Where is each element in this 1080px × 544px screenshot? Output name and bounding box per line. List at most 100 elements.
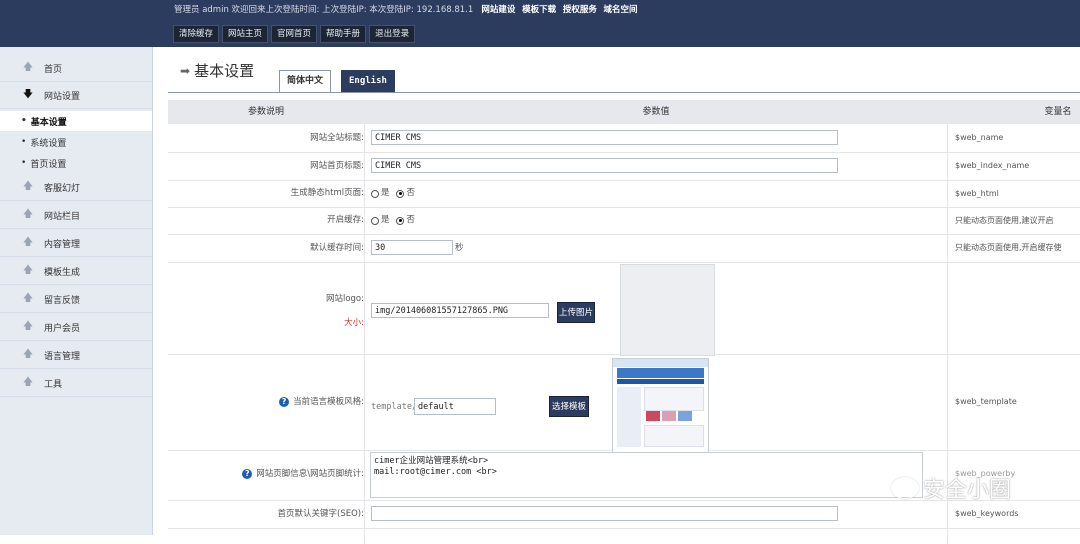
- site-title-label: 网站全站标题:: [310, 133, 364, 143]
- help-manual-button[interactable]: 帮助手册: [320, 25, 367, 43]
- logo-size-label: 大小:: [344, 318, 364, 328]
- bullet-icon: •: [21, 116, 27, 126]
- table-row: 网站全站标题: CIMER CMS $web_name: [168, 124, 1080, 153]
- static-html-no-radio[interactable]: [396, 189, 405, 198]
- logo-preview-image: [620, 264, 715, 356]
- header-param-value: 参数值: [642, 107, 670, 117]
- static-html-var: $web_html: [955, 189, 999, 198]
- cache-label: 开启缓存:: [327, 215, 364, 225]
- watermark: 安全小圈: [893, 472, 1011, 504]
- radio-label: 是: [381, 215, 390, 225]
- footer-textarea[interactable]: cimer企业网站管理系统<br> mail:root@cimer.com <b…: [370, 452, 923, 498]
- arrow-up-icon: 🡅: [22, 61, 34, 73]
- sidebar-subitem-label: 基本设置: [30, 117, 67, 128]
- radio-label: 否: [406, 188, 415, 198]
- link-license-service[interactable]: 授权服务: [563, 5, 597, 15]
- logo-path-input[interactable]: img/20140608155712786​5.PNG: [371, 303, 549, 318]
- arrow-up-icon: 🡅: [22, 320, 34, 332]
- page-title: ➡ 基本设置: [180, 60, 254, 81]
- tab-simplified-chinese[interactable]: 简体中文: [279, 70, 332, 92]
- cache-time-input[interactable]: 30: [371, 240, 453, 255]
- sidebar-subitem-basic-settings[interactable]: • 基本设置: [0, 111, 152, 131]
- clear-cache-button[interactable]: 清除缓存: [173, 25, 220, 43]
- link-template-download[interactable]: 模板下载: [522, 5, 556, 15]
- watermark-text: 安全小圈: [923, 478, 1012, 503]
- sidebar-item-label: 留言反馈: [44, 295, 81, 306]
- radio-label: 是: [381, 188, 390, 198]
- table-row: 开启缓存: 是 否 只能动态页面使用,建议开启: [168, 207, 1080, 235]
- sidebar-subitem-label: 首页设置: [30, 159, 67, 170]
- site-home-button[interactable]: 网站主页: [222, 25, 269, 43]
- footer-line-1: cimer企业网站管理系统<br>: [374, 456, 489, 466]
- select-template-button[interactable]: 选择模板: [549, 396, 589, 417]
- table-header: 参数说明 参数值 变量名: [168, 100, 1080, 124]
- static-html-yes-radio[interactable]: [371, 189, 379, 198]
- arrow-up-icon: 🡅: [22, 292, 34, 304]
- cache-var: 只能动态页面使用,建议开启: [955, 216, 1054, 225]
- link-domain-hosting[interactable]: 域名空间: [604, 5, 638, 15]
- arrow-right-icon: ➡: [180, 63, 191, 78]
- sidebar-item-template-generation[interactable]: 🡅 模板生成: [0, 258, 152, 285]
- sidebar-item-site-settings[interactable]: 🡇 网站设置: [0, 82, 152, 109]
- header-var-name: 变量名: [1044, 107, 1072, 117]
- sidebar-item-user-members[interactable]: 🡅 用户会员: [0, 314, 152, 341]
- sidebar-item-language-management[interactable]: 🡅 语言管理: [0, 342, 152, 369]
- cache-no-radio[interactable]: [396, 216, 405, 225]
- sidebar-item-label: 网站设置: [44, 91, 81, 102]
- link-site-build[interactable]: 网站建设: [481, 5, 515, 15]
- login-info: 管理员 admin 欢迎回来上次登陆时间: 上次登陆IP: 本次登陆IP: 19…: [174, 5, 474, 15]
- arrow-up-icon: 🡅: [22, 208, 34, 220]
- tab-divider: [168, 92, 1080, 93]
- official-home-button[interactable]: 官网首页: [271, 25, 318, 43]
- footer-line-2: mail:root@cimer.com <br>: [374, 467, 497, 477]
- sidebar-subitem-home-settings[interactable]: • 首页设置: [0, 153, 152, 173]
- cache-time-unit: 秒: [455, 243, 464, 253]
- upload-image-button[interactable]: 上传图片: [557, 302, 595, 323]
- site-title-var: $web_name: [955, 133, 1004, 142]
- template-preview-image[interactable]: [612, 358, 709, 453]
- tab-english[interactable]: English: [341, 70, 395, 93]
- keywords-input[interactable]: [371, 506, 838, 521]
- site-title-input[interactable]: CIMER CMS: [371, 130, 838, 145]
- home-title-var: $web_index_name: [955, 161, 1030, 170]
- sidebar-item-label: 工具: [44, 379, 63, 390]
- sidebar-item-service-slides[interactable]: 🡅 客服幻灯: [0, 174, 152, 201]
- sidebar-item-home[interactable]: 🡅 首页: [0, 55, 152, 82]
- home-title-input[interactable]: CIMER CMS: [371, 158, 838, 173]
- arrow-up-icon: 🡅: [22, 264, 34, 276]
- help-icon[interactable]: ?: [279, 396, 290, 407]
- keywords-label: 首页默认关键字(SEO):: [277, 509, 364, 519]
- sidebar-item-message-feedback[interactable]: 🡅 留言反馈: [0, 286, 152, 313]
- top-info: 管理员 admin 欢迎回来上次登陆时间: 上次登陆IP: 本次登陆IP: 19…: [174, 3, 642, 15]
- sidebar-item-site-columns[interactable]: 🡅 网站栏目: [0, 202, 152, 229]
- help-icon[interactable]: ?: [242, 468, 253, 479]
- cache-yes-radio[interactable]: [371, 216, 379, 225]
- sidebar-item-label: 内容管理: [44, 239, 81, 250]
- sidebar-item-tools[interactable]: 🡅 工具: [0, 370, 152, 397]
- arrow-up-icon: 🡅: [22, 348, 34, 360]
- home-title-label: 网站首页标题:: [310, 161, 364, 171]
- template-label-wrap: ? 当前语言模板风格:: [168, 354, 364, 450]
- sidebar-item-content-management[interactable]: 🡅 内容管理: [0, 230, 152, 257]
- footer-label-wrap: ? 网站页脚信息\网站页脚统计:: [168, 450, 364, 498]
- static-html-radios: 是 否: [371, 180, 419, 208]
- logout-button[interactable]: 退出登录: [369, 25, 416, 43]
- sidebar-item-label: 语言管理: [44, 351, 81, 362]
- radio-label: 否: [406, 215, 415, 225]
- arrow-up-icon: 🡅: [22, 236, 34, 248]
- sidebar-subitem-system-settings[interactable]: • 系统设置: [0, 132, 152, 152]
- table-row: 首页默认关键字(SEO): $web_keywords: [168, 500, 1080, 529]
- template-prefix: template/: [371, 402, 418, 412]
- logo-label: 网站logo:: [325, 294, 364, 304]
- sidebar-item-label: 模板生成: [44, 267, 81, 278]
- cache-time-label: 默认缓存时间:: [310, 243, 364, 253]
- sidebar-item-label: 首页: [44, 64, 63, 75]
- template-input[interactable]: default: [414, 398, 496, 415]
- arrow-up-icon: 🡅: [22, 376, 34, 388]
- top-bar: 管理员 admin 欢迎回来上次登陆时间: 上次登陆IP: 本次登陆IP: 19…: [0, 0, 1080, 47]
- static-html-label: 生成静态html页面:: [290, 188, 364, 198]
- footer-label: 网站页脚信息\网站页脚统计:: [256, 469, 364, 479]
- sidebar-item-label: 用户会员: [44, 323, 81, 334]
- top-buttons: 清除缓存 网站主页 官网首页 帮助手册 退出登录: [173, 25, 416, 43]
- sidebar-item-label: 网站栏目: [44, 211, 81, 222]
